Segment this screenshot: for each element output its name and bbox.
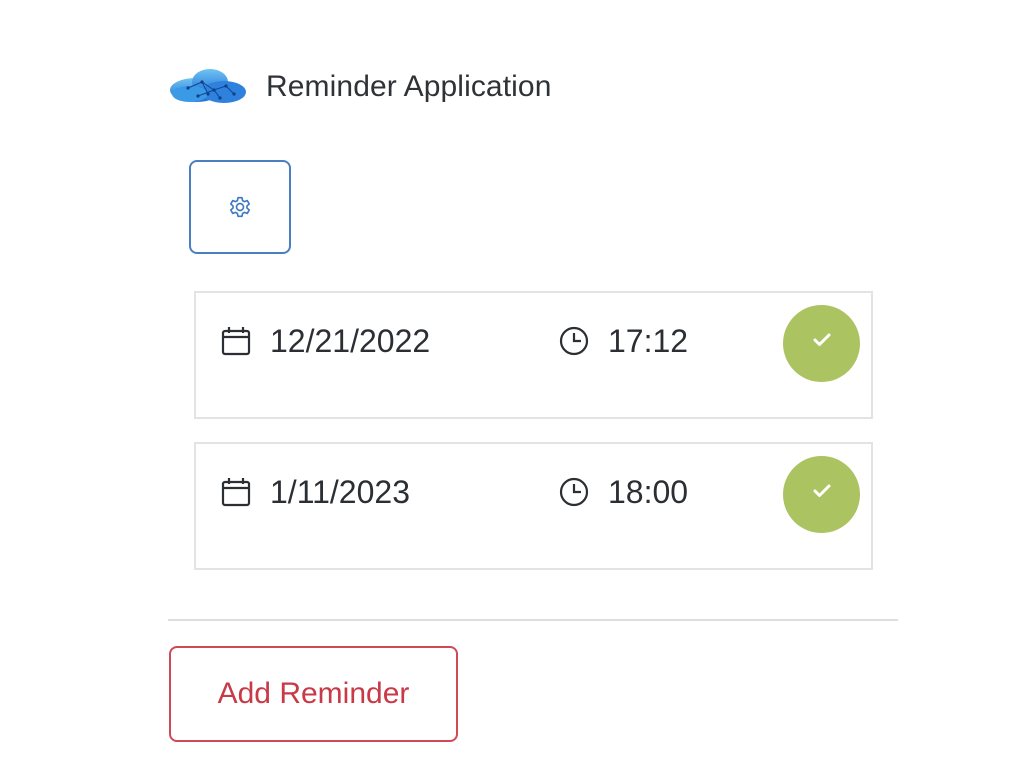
complete-reminder-button[interactable] [783,305,860,382]
reminder-card: 12/21/2022 17:12 [194,291,873,419]
reminder-card: 1/11/2023 18:00 [194,442,873,570]
reminder-time: 18:00 [608,474,689,510]
reminder-date: 12/21/2022 [270,323,431,359]
reminder-app: Reminder Application 12/21/2022 17:12 1/… [0,0,1024,768]
reminder-date: 1/11/2023 [270,474,410,510]
gear-icon [229,196,251,218]
complete-reminder-button[interactable] [783,456,860,533]
divider [168,619,898,621]
settings-button[interactable] [189,160,291,254]
app-title: Reminder Application [266,70,552,103]
app-header: Reminder Application [168,62,552,112]
check-icon [813,484,830,497]
reminder-time: 17:12 [608,323,689,359]
cloud-network-icon [170,69,246,103]
clock-icon [559,326,589,356]
check-icon [813,333,830,346]
clock-icon [559,477,589,507]
calendar-icon [221,478,251,507]
calendar-icon [221,327,251,356]
add-reminder-button[interactable]: Add Reminder [169,646,458,742]
